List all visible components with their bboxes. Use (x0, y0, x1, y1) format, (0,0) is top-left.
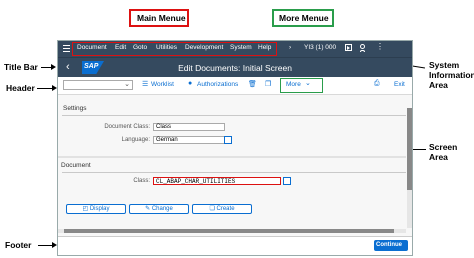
vertical-scrollbar-thumb[interactable] (407, 108, 412, 190)
screen-area-annotation-2: Area (429, 152, 448, 162)
settings-separator (62, 115, 406, 116)
more-dots-icon[interactable]: ⋮ (376, 42, 384, 51)
horizontal-scrollbar[interactable] (58, 229, 406, 233)
document-title: Document (61, 162, 91, 169)
continue-button[interactable]: Continue (374, 240, 408, 251)
main-menu-highlight (72, 42, 277, 56)
document-class-label: Document Class: (104, 124, 150, 130)
authorizations-button[interactable]: Authorizations (197, 81, 238, 88)
footer-annotation: Footer (5, 240, 32, 250)
copy-icon[interactable]: ❐ (265, 80, 271, 88)
language-value-help-icon[interactable] (224, 136, 232, 144)
create-icon: ❏ (209, 206, 217, 212)
hamburger-icon[interactable] (63, 45, 70, 52)
footer-arrow (38, 245, 53, 246)
title-bar-arrowhead (51, 64, 56, 70)
document-separator (62, 172, 406, 173)
header-annotation: Header (6, 83, 35, 93)
pencil-icon: ✎ (145, 206, 152, 212)
menu-bar: Document Edit Goto Utilities Development… (58, 41, 412, 57)
header-toolbar: ⌄ ☰ Worklist ● Authorizations 🗑 ❐ More ⌄… (58, 77, 412, 95)
chevron-down-icon: ⌄ (124, 81, 130, 88)
vertical-scrollbar[interactable] (407, 108, 412, 228)
sap-window: Document Edit Goto Utilities Development… (57, 40, 413, 256)
play-icon[interactable] (345, 44, 352, 51)
more-chevron-down-icon: ⌄ (305, 80, 311, 87)
command-field[interactable]: ⌄ (63, 80, 133, 90)
language-field[interactable]: German (153, 136, 225, 144)
title-bar-annotation: Title Bar (4, 62, 38, 72)
screen-area-annotation-1: Screen (429, 142, 458, 152)
class-label: Class: (133, 178, 150, 184)
language-label: Language: (121, 137, 150, 143)
system-info-annotation-2: Information (429, 70, 474, 80)
continue-label: Continue (376, 242, 402, 248)
print-icon[interactable]: ⎙ (374, 80, 380, 88)
system-info[interactable]: YI3 (1) 000 (304, 44, 336, 51)
more-menu-annotation: More Menue (279, 13, 329, 23)
main-menu-annotation: Main Menue (137, 13, 186, 23)
change-label: Change (151, 206, 173, 212)
document-class-field[interactable]: Class (153, 123, 225, 131)
class-value-help-icon[interactable] (283, 177, 291, 185)
exit-button[interactable]: Exit (394, 81, 405, 88)
settings-title: Settings (63, 105, 87, 112)
display-button[interactable]: ◰ Display (66, 204, 126, 214)
class-field[interactable]: CL_ABAP_CHAR_UTILITIES (153, 177, 281, 185)
create-label: Create (216, 206, 235, 212)
header-arrow (37, 88, 53, 89)
footer-bar: Continue (58, 236, 412, 255)
horizontal-scrollbar-thumb[interactable] (64, 229, 394, 233)
change-button[interactable]: ✎ Change (129, 204, 189, 214)
display-label: Display (89, 206, 110, 212)
worklist-icon: ☰ (142, 81, 149, 88)
chevron-right-icon[interactable]: › (289, 44, 291, 51)
more-button[interactable]: More (286, 81, 301, 88)
create-button[interactable]: ❏ Create (192, 204, 252, 214)
section-divider (58, 156, 406, 158)
authorizations-icon: ● (188, 80, 193, 87)
delete-icon[interactable]: 🗑 (248, 80, 257, 88)
system-info-annotation-1: System (429, 60, 460, 70)
title-bar: ‹ SAP Edit Documents: Initial Screen (58, 57, 412, 78)
display-icon: ◰ (82, 206, 90, 212)
user-icon[interactable] (360, 44, 365, 52)
worklist-button[interactable]: Worklist (151, 81, 174, 88)
system-info-annotation-3: Area (429, 80, 448, 90)
page-title: Edit Documents: Initial Screen (178, 63, 292, 73)
